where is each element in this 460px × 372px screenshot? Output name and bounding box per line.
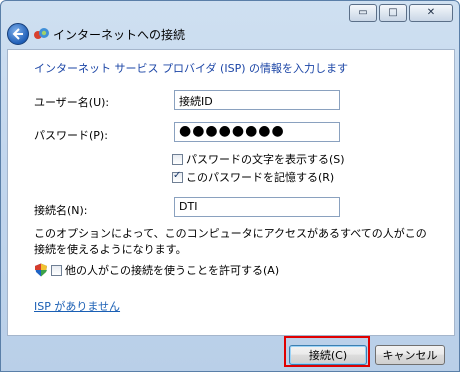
maximize-icon: □ (388, 7, 398, 18)
maximize-button[interactable]: □ (379, 4, 407, 22)
highlight-frame (284, 336, 370, 367)
sharing-description: このオプションによって、このコンピュータにアクセスがあるすべての人がこの接続を使… (34, 227, 427, 256)
password-label: パスワード(P): (34, 129, 108, 142)
window-title: インターネットへの接続 (53, 28, 186, 42)
password-input[interactable]: ●●●●●●●● (174, 122, 340, 142)
back-button[interactable] (7, 23, 29, 45)
remember-password-box[interactable] (172, 170, 183, 183)
wizard-page: インターネット サービス プロバイダ (ISP) の情報を入力します ユーザー名… (7, 49, 455, 336)
caption-buttons: ▭ □ ✕ (349, 4, 453, 22)
button-bar: 接続(C) キャンセル (1, 335, 459, 371)
back-arrow-icon (12, 28, 23, 40)
minimize-icon: ▭ (358, 7, 368, 18)
close-button[interactable]: ✕ (409, 4, 453, 22)
show-password-box[interactable] (172, 153, 183, 165)
dialog-window: ▭ □ ✕ インターネットへの接続 インターネット サービス プロバイダ (IS… (0, 0, 460, 372)
cancel-button[interactable]: キャンセル (375, 345, 445, 365)
allow-others-box[interactable] (51, 264, 62, 276)
show-password-checkbox[interactable]: パスワードの文字を表示する(S) (172, 151, 345, 167)
network-wizard-icon (34, 28, 49, 39)
page-heading: インターネット サービス プロバイダ (ISP) の情報を入力します (34, 62, 348, 75)
minimize-button[interactable]: ▭ (349, 4, 377, 22)
connection-name-input[interactable]: DTI (174, 197, 340, 217)
title-bar: ▭ □ ✕ インターネットへの接続 (1, 1, 459, 49)
close-icon: ✕ (426, 7, 436, 18)
shield-icon (35, 263, 47, 277)
no-isp-link[interactable]: ISP がありません (34, 298, 120, 314)
allow-others-label: 他の人がこの接続を使うことを許可する(A) (65, 264, 280, 277)
remember-password-label: このパスワードを記憶する(R) (186, 171, 335, 184)
allow-others-option[interactable]: 他の人がこの接続を使うことを許可する(A) (34, 262, 279, 278)
connection-name-label: 接続名(N): (34, 204, 88, 217)
show-password-label: パスワードの文字を表示する(S) (186, 153, 345, 166)
username-input[interactable]: 接続ID (174, 90, 340, 110)
username-label: ユーザー名(U): (34, 96, 110, 109)
remember-password-checkbox[interactable]: このパスワードを記憶する(R) (172, 169, 334, 185)
